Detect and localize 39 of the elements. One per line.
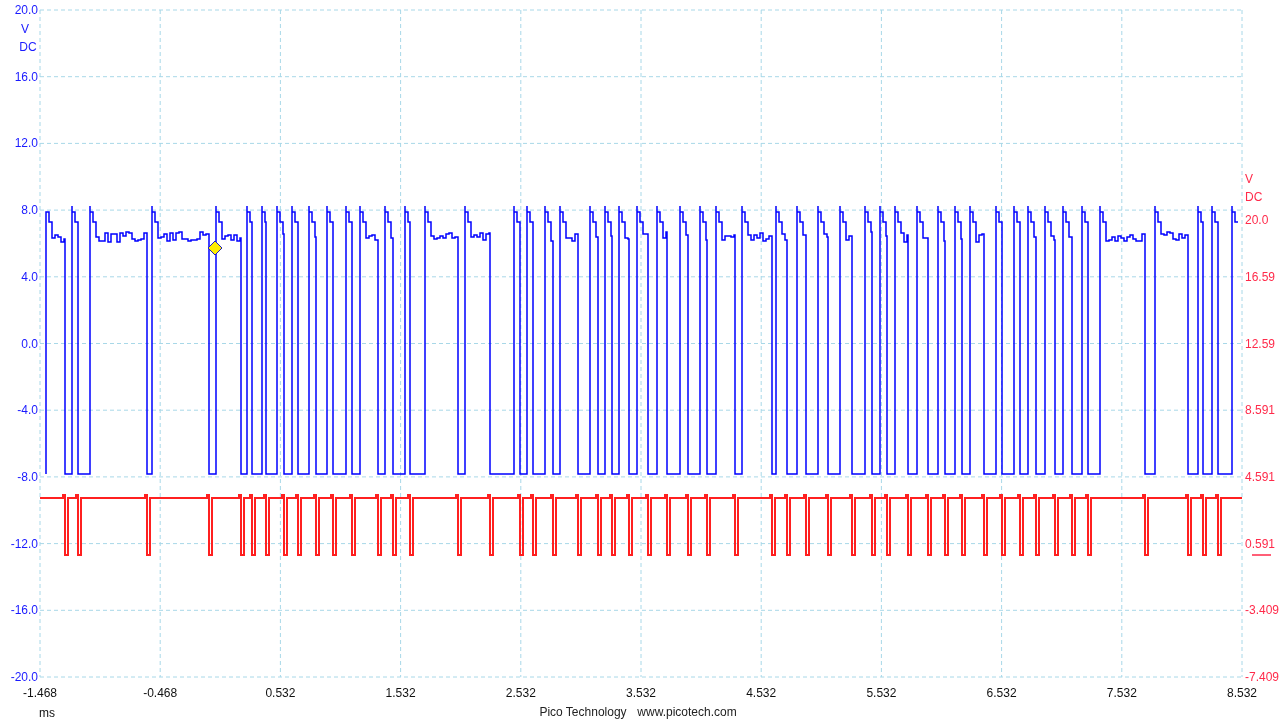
company-label: Pico Technology: [539, 705, 627, 719]
axis-label: 8.0: [21, 203, 38, 218]
axis-label: -8.0: [17, 469, 38, 484]
axis-label: -12.0: [10, 536, 38, 551]
axis-label: 4.532: [746, 686, 777, 700]
axis-label: -16.0: [10, 603, 38, 618]
website-label: www.picotech.com: [637, 705, 737, 719]
axis-label: 8.591: [1245, 403, 1276, 418]
coupling-label: DC: [1245, 190, 1263, 204]
axis-label: 0.591: [1245, 536, 1276, 551]
trigger-marker-icon[interactable]: [207, 240, 223, 256]
axis-label: 7.532: [1106, 686, 1137, 700]
axis-label: 4.591: [1245, 469, 1276, 484]
axis-label: -4.0: [17, 403, 38, 418]
axis-label: -1.468: [23, 686, 57, 700]
axis-label: -20.0: [10, 670, 38, 684]
axis-label: 6.532: [986, 686, 1017, 700]
axis-label: 1.532: [385, 686, 416, 700]
axis-label: 12.59: [1245, 336, 1276, 351]
axis-label: 8.532: [1227, 686, 1257, 700]
axis-label: 4.0: [21, 269, 38, 284]
axis-label: 5.532: [866, 686, 897, 700]
axis-label: 20.0: [1245, 213, 1269, 228]
axis-label: -7.409: [1245, 670, 1280, 684]
coupling-label: DC: [19, 40, 37, 54]
marker-line: [1251, 554, 1272, 556]
axis-label: 20.0: [14, 3, 38, 17]
axis-label: 16.0: [14, 69, 38, 84]
axis-label: 2.532: [505, 686, 536, 700]
unit-label: V: [1245, 172, 1253, 186]
axis-label: 3.532: [626, 686, 656, 700]
unit-label: ms: [39, 706, 55, 720]
axis-label: 0.0: [21, 336, 38, 351]
axis-label: 16.59: [1245, 269, 1276, 284]
unit-label: V: [21, 22, 29, 36]
axis-label: -3.409: [1245, 603, 1280, 618]
axis-label: 12.0: [14, 136, 38, 151]
axis-label: 0.532: [265, 686, 296, 700]
axis-label: -0.468: [143, 686, 178, 700]
